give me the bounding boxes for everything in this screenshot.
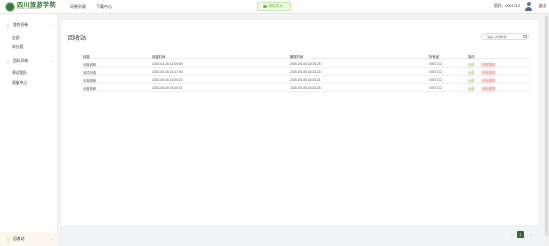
row-title: 问卷调研 [83,79,97,83]
row-owner: 0001712 [429,78,442,82]
purge-button[interactable]: 彻底删除 [481,78,497,83]
row-owner: 0001712 [429,62,442,66]
row-title: 测试问卷 [83,71,97,75]
page-number-current[interactable]: 1 [517,231,524,238]
row-deleted: 2020-05-06 16:33:25 [290,62,321,66]
search-input[interactable] [481,33,529,40]
sidebar-group-team-surveys[interactable]: △ 团队问卷 ⌄ [0,56,58,66]
sidebar-group-label: 团队问卷 [13,58,29,63]
logo-subtitle: SICHUAN TOURISM UNIVERSITY [17,9,42,10]
table-row: 问卷调研 2020-05-06 16:20:24 2020-05-06 16:3… [81,76,530,84]
purge-button[interactable]: 彻底删除 [481,62,497,67]
column-deleted: 删除时间 [290,55,304,59]
sidebar-item-all[interactable]: 全部 [12,36,20,41]
sidebar-item-measurement-center[interactable]: 测量中心 [12,81,27,86]
row-created: 2020-05-06 16:17:50 [152,70,183,74]
main-nav: 问卷列表 下载中心 [70,4,112,10]
scrollbar-thumb[interactable] [545,16,548,236]
avatar-icon[interactable] [525,2,532,11]
chevron-right-icon: › [52,237,53,241]
chevron-down-icon: ⌄ [50,59,53,63]
logout-link[interactable]: 退出 [538,4,546,9]
table-row: 问卷调研 2020-05-06 16:20:57 2020-05-06 16:3… [81,84,530,92]
purge-button[interactable]: 彻底删除 [481,86,497,91]
row-title: 问卷调研 [83,87,97,91]
restore-button[interactable]: 还原 [468,86,475,91]
sidebar-group-my-surveys[interactable]: ▯ 我的问卷 ⌄ [0,20,58,30]
row-deleted: 2020-05-06 16:33:18 [290,86,321,90]
user-greeting: 您好，0001712 [493,4,520,8]
sidebar-group-label: 我的问卷 [13,22,29,27]
success-check-icon [263,4,267,9]
restore-button[interactable]: 还原 [468,62,475,67]
document-icon: ▯ [6,22,10,28]
warning-icon: △ [6,236,10,242]
row-created: 2020-04-28 14:09:54 [152,62,183,66]
table-row: 测试问卷 2020-05-06 16:17:50 2020-05-06 16:3… [81,68,530,76]
prev-page-button[interactable]: < [510,231,514,238]
warning-icon: △ [6,58,10,64]
logo-text-group: 四川旅游学院 SICHUAN TOURISM UNIVERSITY [17,3,56,11]
column-created: 创建时间 [152,55,166,59]
table-header: 标题 创建时间 删除时间 所有者 操作 [81,52,530,59]
column-owner: 所有者 [429,55,439,59]
top-bar: 四川旅游学院 SICHUAN TOURISM UNIVERSITY 问卷列表 下… [0,0,549,14]
sidebar-item-test-team[interactable]: 测试团队 [12,71,27,76]
column-actions: 操作 [468,55,475,59]
toast-message: 删除成功 [268,4,283,8]
logo[interactable]: 四川旅游学院 SICHUAN TOURISM UNIVERSITY [5,2,56,12]
row-deleted: 2020-05-06 16:33:21 [290,78,321,82]
success-toast: 删除成功 [257,2,291,11]
page-scrollbar[interactable] [544,14,549,246]
sidebar-item-ungrouped[interactable]: 未分组 [12,45,23,50]
sidebar: ▯ 我的问卷 ⌄ 全部 未分组 △ 团队问卷 ⌄ 测试团队 测量中心 △ 回收站… [0,14,58,246]
row-owner: 0001712 [429,86,442,90]
page-title: 回收站 [68,36,87,42]
row-owner: 0001712 [429,70,442,74]
sidebar-item-recycle-bin[interactable]: △ 回收站 › [0,232,58,246]
search-icon[interactable] [523,34,527,38]
university-seal-icon [5,2,15,12]
next-page-button[interactable]: > [529,231,533,238]
chevron-down-icon: ⌄ [50,23,53,27]
column-title: 标题 [83,55,90,59]
sidebar-item-label: 回收站 [13,236,25,241]
row-title: 问卷调研 [83,63,97,67]
row-deleted: 2020-05-06 16:33:23 [290,70,321,74]
purge-button[interactable]: 彻底删除 [481,70,497,75]
row-created: 2020-05-06 16:20:24 [152,78,183,82]
table-row: 问卷调研 2020-04-28 14:09:54 2020-05-06 16:3… [81,60,530,68]
restore-button[interactable]: 还原 [468,78,475,83]
nav-download-center[interactable]: 下载中心 [96,4,112,10]
restore-button[interactable]: 还原 [468,70,475,75]
nav-survey-list[interactable]: 问卷列表 [70,4,86,10]
row-created: 2020-05-06 16:20:57 [152,86,183,90]
content-panel: 回收站 标题 创建时间 删除时间 所有者 操作 问卷调研 2020-04-28 … [61,20,538,225]
